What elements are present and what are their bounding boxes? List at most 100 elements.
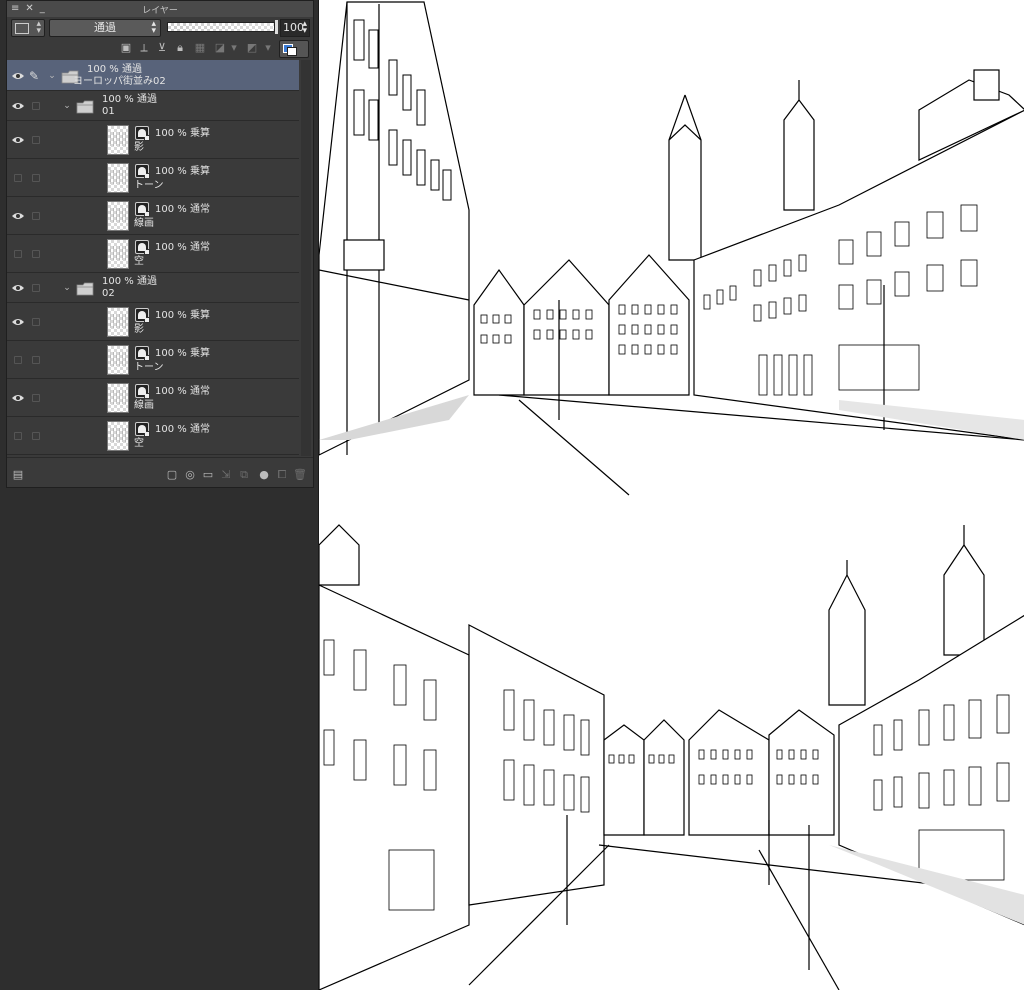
visibility-off-box[interactable] (14, 356, 22, 364)
chevron-icon: ▾ (265, 41, 271, 54)
layer-folder-row[interactable]: ⌄ 100 % 通過 01 (7, 91, 299, 121)
layer-thumbnail (107, 345, 129, 375)
blend-mode-select[interactable]: 通過 ▴ ▾ (49, 19, 161, 37)
thumbnail-preview (110, 246, 126, 260)
visibility-eye-icon[interactable] (11, 283, 25, 293)
layer-mask-lock-icon (135, 202, 150, 217)
layer-blend-label: 100 % 通常 (155, 242, 210, 253)
layer-lock-box[interactable] (32, 102, 40, 110)
folder-expand-chevron-icon[interactable]: ⌄ (62, 283, 72, 293)
visibility-eye-icon[interactable] (11, 211, 25, 221)
drawing-canvas[interactable] (318, 0, 1024, 990)
visibility-eye-icon[interactable] (11, 135, 25, 145)
visibility-off-box[interactable] (14, 432, 22, 440)
mask-add-icon[interactable]: ● (257, 468, 271, 482)
layer-lock-box[interactable] (32, 318, 40, 326)
layer-mask-lock-icon (135, 240, 150, 255)
app-window: ≡ ✕ _ レイヤー ▴ ▾ 通過 ▴ ▾ 100 ▴ ▾ ▣ ⟂ ⊻ 🔒︎ ▦… (0, 0, 1024, 990)
mask-icon[interactable]: ◪ (213, 41, 227, 55)
stepper-icon: ▴ ▾ (36, 19, 41, 36)
layer-row[interactable]: 100 % 乗算影 (7, 303, 299, 341)
layer-tone-icon[interactable]: ▣ (119, 41, 133, 55)
layer-name: 空 (134, 438, 144, 449)
opacity-slider-handle[interactable] (275, 20, 278, 34)
opacity-input[interactable]: 100 ▴ ▾ (280, 19, 310, 37)
layer-blend-label: 100 % 乗算 (155, 166, 210, 177)
panel-menu-icon[interactable]: ▤ (11, 468, 25, 482)
layer-name: トーン (134, 362, 164, 373)
layer-color-button[interactable]: ▴ ▾ (11, 19, 45, 37)
stepper-icon: ▴ ▾ (302, 19, 307, 36)
reference-icon[interactable]: ◩ (245, 41, 259, 55)
thumbnail-preview (110, 428, 126, 442)
layer-blend-label: 100 % 通過 (102, 94, 157, 105)
lock-transparent-icon[interactable]: ▦ (193, 41, 207, 55)
layer-row[interactable]: 100 % 乗算トーン (7, 159, 299, 197)
panel-title: レイヤー (142, 6, 178, 16)
layer-thumbnail (107, 239, 129, 269)
layer-lock-box[interactable] (32, 284, 40, 292)
new-raster-layer-icon[interactable]: ▢ (165, 468, 179, 482)
thumbnail-preview (110, 390, 126, 404)
new-vector-layer-icon[interactable]: ◎ (183, 468, 197, 482)
edit-pen-icon: ✎ (29, 69, 40, 83)
visibility-off-box[interactable] (14, 174, 22, 182)
layer-name: 02 (102, 288, 115, 299)
layer-lock-box[interactable] (32, 250, 40, 258)
layer-mask-lock-icon (135, 422, 150, 437)
visibility-eye-icon[interactable] (11, 317, 25, 327)
layer-row[interactable]: 100 % 通常 線画 (7, 197, 299, 235)
folder-icon (76, 99, 94, 114)
layer-thumbnail (107, 421, 129, 451)
layer-blend-label: 100 % 通常 (155, 386, 210, 397)
folder-expand-chevron-icon[interactable]: ⌄ (47, 71, 57, 81)
merge-icon[interactable]: ⧉ (237, 468, 251, 482)
layer-color-chip[interactable] (279, 40, 309, 58)
transfer-icon[interactable]: ⇲ (219, 468, 233, 482)
layer-row[interactable]: 100 % 通常空 (7, 235, 299, 273)
layer-row[interactable]: 100 % 乗算影 (7, 121, 299, 159)
layer-name: 01 (102, 106, 115, 117)
new-folder-icon[interactable]: ▭ (201, 468, 215, 482)
small-lock-icon (144, 173, 150, 179)
visibility-off-box[interactable] (14, 250, 22, 258)
layer-name: トーン (134, 180, 164, 191)
layer-row[interactable]: 100 % 通常 線画 (7, 379, 299, 417)
stepper-icon: ▴ ▾ (151, 19, 156, 36)
layer-row[interactable]: 100 % 乗算 トーン (7, 341, 299, 379)
opacity-value: 100 (283, 21, 304, 34)
layer-folder-row[interactable]: ⌄ 100 % 通過 02 (7, 273, 299, 303)
visibility-eye-icon[interactable] (11, 101, 25, 111)
duplicate-icon[interactable]: ⧠ (275, 468, 289, 482)
small-lock-icon (144, 135, 150, 141)
folder-expand-chevron-icon[interactable]: ⌄ (62, 101, 72, 111)
lock-icon[interactable]: 🔒︎ (173, 41, 187, 55)
layer-list-scrollbar[interactable] (301, 60, 311, 456)
bottom-scene (319, 524, 1024, 990)
layer-lock-box[interactable] (32, 136, 40, 144)
clip-icon[interactable]: ⊻ (155, 41, 169, 55)
layer-blend-label: 100 % 乗算 (155, 128, 210, 139)
sub-color-swatch (287, 47, 297, 56)
layer-folder-row[interactable]: ✎ ⌄ 100 % 通過 ヨーロッパ街並み02 (7, 60, 299, 91)
opacity-slider[interactable] (167, 22, 275, 32)
thumbnail-preview (110, 170, 126, 184)
layer-lock-box[interactable] (32, 356, 40, 364)
visibility-eye-icon[interactable] (11, 71, 25, 81)
layer-name: 影 (134, 324, 144, 335)
layer-lock-box[interactable] (32, 174, 40, 182)
layer-lock-box[interactable] (32, 432, 40, 440)
small-lock-icon (144, 431, 150, 437)
opacity-slider-fill (168, 23, 274, 31)
layer-lock-box[interactable] (32, 212, 40, 220)
thumbnail-preview (110, 352, 126, 366)
ruler-icon[interactable]: ⟂ (137, 41, 151, 55)
visibility-eye-icon[interactable] (11, 393, 25, 403)
layer-property-bar: ▴ ▾ 通過 ▴ ▾ 100 ▴ ▾ (7, 18, 313, 38)
layer-blend-label: 100 % 通常 (155, 424, 210, 435)
layer-lock-box[interactable] (32, 394, 40, 402)
delete-icon[interactable]: 🗑︎ (293, 468, 307, 482)
layer-blend-label: 100 % 乗算 (155, 310, 210, 321)
layer-panel-footer: ▤ ▢ ◎ ▭ ⇲ ⧉ ● ⧠ 🗑︎ (7, 457, 313, 487)
layer-row[interactable]: 100 % 通常空 (7, 417, 299, 455)
